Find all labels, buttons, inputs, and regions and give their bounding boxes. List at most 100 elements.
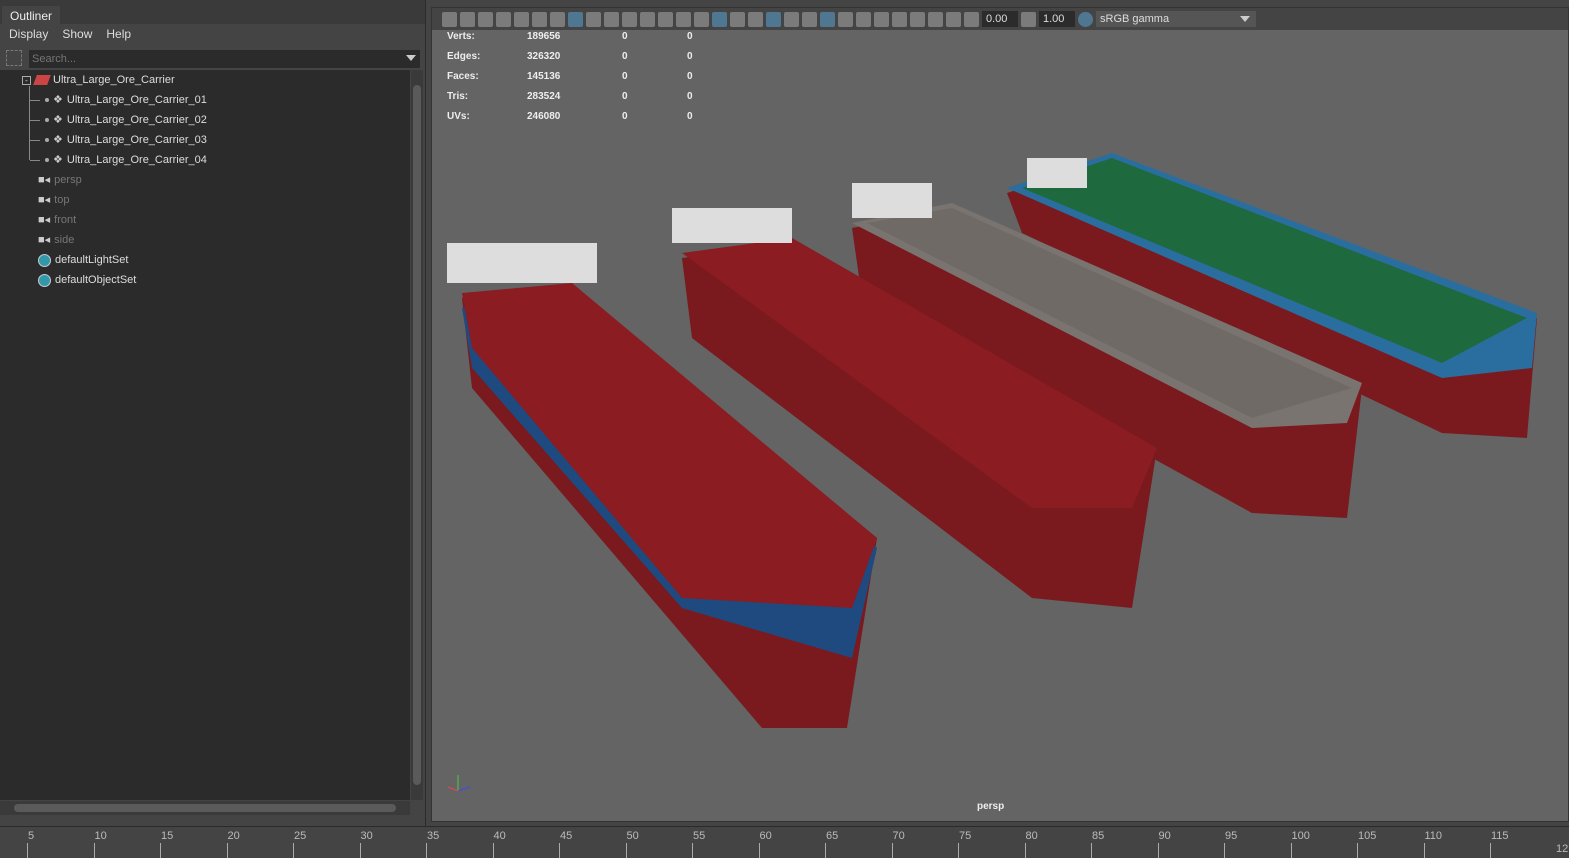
shadows-icon[interactable]: [802, 11, 817, 27]
xray-joints-icon[interactable]: [928, 11, 943, 27]
ambient-occlusion-icon[interactable]: [820, 11, 835, 27]
timeline-tick: [825, 843, 826, 858]
group-icon: [33, 75, 51, 85]
textured-icon[interactable]: [766, 11, 781, 27]
timeline-tick: [1091, 843, 1092, 858]
camera-icon[interactable]: [442, 11, 457, 27]
film-gate-icon[interactable]: [586, 11, 601, 27]
timeline-tick: [1423, 843, 1425, 858]
xray-active-icon[interactable]: [946, 11, 961, 27]
tree-item-default-light-set[interactable]: defaultLightSet: [38, 250, 128, 270]
tree-item-carrier-03[interactable]: ❖ Ultra_Large_Ore_Carrier_03: [30, 130, 207, 150]
timeline-tick-label: 5: [28, 830, 35, 842]
search-dropdown-icon[interactable]: [406, 55, 416, 61]
timeline-tick: [625, 843, 627, 858]
isolate-select-icon[interactable]: [892, 11, 907, 27]
field-chart-icon[interactable]: [640, 11, 655, 27]
mesh-icon: ❖: [53, 134, 63, 146]
tree-item-carrier-02[interactable]: ❖ Ultra_Large_Ore_Carrier_02: [30, 110, 207, 130]
camera-lock-icon[interactable]: [460, 11, 475, 27]
timeline-tick-label: 75: [959, 830, 972, 842]
vertical-scrollbar[interactable]: [411, 70, 423, 800]
camera-icon: ■◂: [38, 174, 51, 186]
camera-icon: ■◂: [38, 194, 51, 206]
timeline-tick-label: 30: [360, 830, 373, 842]
timeline-tick-label: 25: [294, 830, 307, 842]
timeline-tick: [891, 843, 893, 858]
timeline-tick-label: 80: [1025, 830, 1038, 842]
bookmark-icon[interactable]: [496, 11, 511, 27]
timeline-tick-label: 35: [427, 830, 440, 842]
camera-icon: ■◂: [38, 234, 51, 246]
viewport-toolbar: 0.00 1.00 sRGB gamma: [432, 8, 1568, 30]
gamma-field[interactable]: 1.00: [1039, 11, 1075, 27]
gamma-icon[interactable]: [1021, 11, 1036, 27]
tree-item-root[interactable]: - Ultra_Large_Ore_Carrier: [22, 70, 175, 90]
color-management-icon[interactable]: [1078, 11, 1093, 27]
tree-item-side[interactable]: ■◂ side: [38, 230, 74, 250]
outliner-panel: Outliner Display Show Help - Ultra_Large…: [0, 0, 426, 826]
heads-up-poly-count: Verts: 189656 0 0 Edges: 326320 0 0 Faces: 1451…: [447, 30, 693, 130]
grid-icon[interactable]: [568, 11, 583, 27]
exposure-field[interactable]: 0.00: [982, 11, 1018, 27]
gate-mask-icon[interactable]: [622, 11, 637, 27]
timeline-tick-label: 85: [1092, 830, 1105, 842]
tab-outliner[interactable]: Outliner: [2, 6, 61, 24]
set-icon: [38, 273, 51, 287]
depth-of-field-icon[interactable]: [874, 11, 889, 27]
wireframe-on-shaded-icon[interactable]: [748, 11, 763, 27]
image-plane-icon[interactable]: [514, 11, 529, 27]
mesh-icon: ❖: [53, 154, 63, 166]
smooth-shade-icon[interactable]: [712, 11, 727, 27]
tree-item-carrier-04[interactable]: ❖ Ultra_Large_Ore_Carrier_04: [30, 150, 207, 170]
tree-item-default-object-set[interactable]: defaultObjectSet: [38, 270, 136, 290]
time-slider[interactable]: 5 10 15 20 25 30 35 40 45 50 55 60 65 70 75 80 85 90 95 100…: [0, 826, 1569, 858]
safe-action-icon[interactable]: [658, 11, 673, 27]
tree-item-carrier-01[interactable]: ❖ Ultra_Large_Ore_Carrier_01: [30, 90, 207, 110]
menu-show[interactable]: Show: [62, 27, 92, 41]
wireframe-icon[interactable]: [694, 11, 709, 27]
grease-pencil-icon[interactable]: [550, 11, 565, 27]
menu-help[interactable]: Help: [106, 27, 131, 41]
default-material-icon[interactable]: [730, 11, 745, 27]
timeline-end-label: 12: [1556, 843, 1569, 855]
viewport-persp[interactable]: 0.00 1.00 sRGB gamma Verts: 189656 0 0 Edge…: [431, 7, 1569, 822]
pan-zoom-icon[interactable]: [532, 11, 547, 27]
timeline-tick-label: 95: [1225, 830, 1238, 842]
timeline-tick-label: 10: [94, 830, 107, 842]
stat-row-faces: Faces: 145136 0 0: [447, 71, 693, 82]
menu-display[interactable]: Display: [9, 27, 48, 41]
stat-row-edges: Edges: 326320 0 0: [447, 51, 693, 62]
camera-name-label: persp: [977, 801, 1005, 812]
timeline-tick-label: 70: [892, 830, 905, 842]
tree-item-front[interactable]: ■◂ front: [38, 210, 76, 230]
timeline-tick-label: 50: [626, 830, 639, 842]
lights-icon[interactable]: [784, 11, 799, 27]
safe-title-icon[interactable]: [676, 11, 691, 27]
anti-aliasing-icon[interactable]: [856, 11, 871, 27]
collapse-icon[interactable]: -: [22, 75, 31, 85]
tree-item-persp[interactable]: ■◂ persp: [38, 170, 82, 190]
timeline-tick-label: 110: [1424, 830, 1443, 842]
motion-blur-icon[interactable]: [838, 11, 853, 27]
timeline-tick: [1290, 843, 1292, 858]
xray-icon[interactable]: [910, 11, 925, 27]
timeline-tick: [93, 843, 95, 858]
resolution-gate-icon[interactable]: [604, 11, 619, 27]
timeline-tick-label: 20: [227, 830, 240, 842]
timeline-tick: [293, 843, 294, 858]
timeline-tick-label: 115: [1491, 830, 1509, 842]
timeline-tick-label: 55: [693, 830, 706, 842]
search-input[interactable]: [29, 50, 420, 68]
exposure-icon[interactable]: [964, 11, 979, 27]
camera-attr-icon[interactable]: [478, 11, 493, 27]
set-icon: [38, 253, 51, 267]
tree-item-top[interactable]: ■◂ top: [38, 190, 69, 210]
timeline-tick: [426, 843, 427, 858]
timeline-tick: [758, 843, 760, 858]
timeline-tick: [559, 843, 560, 858]
horizontal-scrollbar[interactable]: [0, 801, 410, 815]
filter-icon[interactable]: [6, 50, 22, 66]
timeline-tick: [160, 843, 161, 858]
color-space-dropdown[interactable]: sRGB gamma: [1096, 11, 1256, 27]
